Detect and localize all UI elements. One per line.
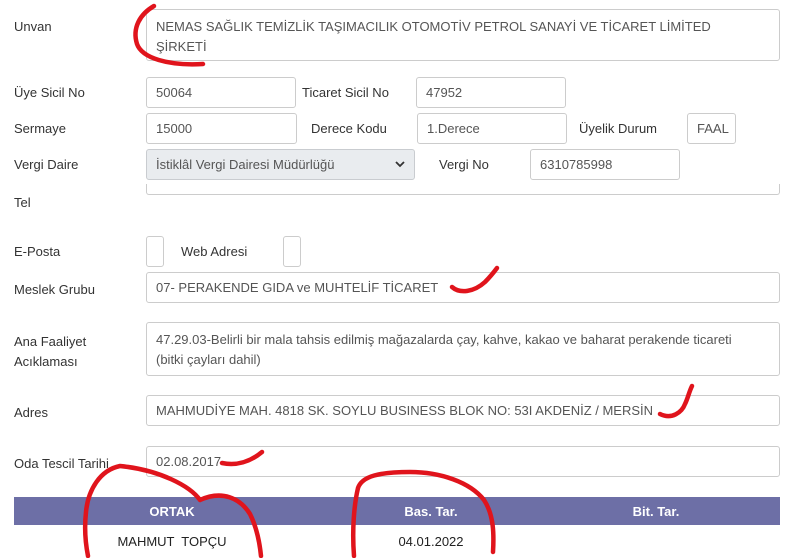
derece-kodu-value: 1.Derece bbox=[427, 121, 480, 136]
ticaret-sicil-no-field[interactable]: 47952 bbox=[416, 77, 566, 108]
table-row: MAHMUT TOPÇU 04.01.2022 bbox=[14, 525, 780, 558]
vergi-daire-select[interactable]: İstiklâl Vergi Dairesi Müdürlüğü bbox=[146, 149, 415, 180]
meslek-grubu-field[interactable]: 07- PERAKENDE GIDA ve MUHTELİF TİCARET bbox=[146, 272, 780, 303]
tel-field[interactable] bbox=[146, 184, 780, 195]
column-header-ortak: ORTAK bbox=[14, 497, 330, 525]
partners-table: ORTAK Bas. Tar. Bit. Tar. MAHMUT TOPÇU 0… bbox=[14, 497, 780, 558]
unvan-value-line1: NEMAS SAĞLIK TEMİZLİK TAŞIMACILIK OTOMOT… bbox=[156, 19, 711, 34]
unvan-value-line2: ŞİRKETİ bbox=[156, 39, 207, 54]
adres-value: MAHMUDİYE MAH. 4818 SK. SOYLU BUSINESS B… bbox=[156, 403, 654, 418]
vergi-no-field[interactable]: 6310785998 bbox=[530, 149, 680, 180]
vergi-no-label: Vergi No bbox=[439, 157, 489, 172]
ana-faaliyet-field[interactable]: 47.29.03-Belirli bir mala tahsis edilmiş… bbox=[146, 322, 780, 376]
uyelik-durum-value: FAAL bbox=[697, 121, 729, 136]
partner-end-date-cell bbox=[532, 525, 780, 558]
web-adresi-label: Web Adresi bbox=[181, 244, 248, 259]
partner-start-date-cell: 04.01.2022 bbox=[330, 525, 532, 558]
e-posta-field[interactable] bbox=[146, 236, 164, 267]
meslek-grubu-value: 07- PERAKENDE GIDA ve MUHTELİF TİCARET bbox=[156, 280, 439, 295]
uye-sicil-no-value: 50064 bbox=[156, 85, 193, 100]
vergi-no-value: 6310785998 bbox=[540, 157, 613, 172]
unvan-label: Unvan bbox=[14, 19, 52, 34]
ana-faaliyet-value-line2: (bitki çayları dahil) bbox=[156, 352, 261, 367]
uyelik-durum-label: Üyelik Durum bbox=[579, 121, 658, 136]
chevron-down-icon bbox=[395, 160, 405, 170]
partners-table-header-row: ORTAK Bas. Tar. Bit. Tar. bbox=[14, 497, 780, 525]
sermaye-field[interactable]: 15000 bbox=[146, 113, 297, 144]
oda-tescil-tarihi-value: 02.08.2017 bbox=[156, 454, 222, 469]
uye-sicil-no-field[interactable]: 50064 bbox=[146, 77, 296, 108]
column-header-bas-tar: Bas. Tar. bbox=[330, 497, 532, 525]
sermaye-label: Sermaye bbox=[14, 121, 67, 136]
vergi-daire-label: Vergi Daire bbox=[14, 157, 79, 172]
uyelik-durum-field[interactable]: FAAL bbox=[687, 113, 736, 144]
ticaret-sicil-no-value: 47952 bbox=[426, 85, 463, 100]
sermaye-value: 15000 bbox=[156, 121, 193, 136]
unvan-field[interactable]: NEMAS SAĞLIK TEMİZLİK TAŞIMACILIK OTOMOT… bbox=[146, 9, 780, 61]
meslek-grubu-label: Meslek Grubu bbox=[14, 282, 95, 297]
derece-kodu-field[interactable]: 1.Derece bbox=[417, 113, 567, 144]
ana-faaliyet-label-line1: Ana Faaliyet bbox=[14, 334, 87, 349]
oda-tescil-tarihi-label: Oda Tescil Tarihi bbox=[14, 456, 109, 471]
partner-name-cell: MAHMUT TOPÇU bbox=[14, 525, 330, 558]
web-adresi-field[interactable] bbox=[283, 236, 301, 267]
e-posta-label: E-Posta bbox=[14, 244, 61, 259]
tel-label: Tel bbox=[14, 195, 31, 210]
ticaret-sicil-no-label: Ticaret Sicil No bbox=[302, 85, 389, 100]
oda-tescil-tarihi-field[interactable]: 02.08.2017 bbox=[146, 446, 780, 477]
adres-label: Adres bbox=[14, 405, 48, 420]
ana-faaliyet-value-line1: 47.29.03-Belirli bir mala tahsis edilmiş… bbox=[156, 332, 732, 347]
ana-faaliyet-label: Ana Faaliyet Acıklaması bbox=[14, 332, 86, 372]
derece-kodu-label: Derece Kodu bbox=[311, 121, 387, 136]
vergi-daire-value: İstiklâl Vergi Dairesi Müdürlüğü bbox=[156, 157, 335, 172]
column-header-bit-tar: Bit. Tar. bbox=[532, 497, 780, 525]
uye-sicil-no-label: Üye Sicil No bbox=[14, 85, 85, 100]
adres-field[interactable]: MAHMUDİYE MAH. 4818 SK. SOYLU BUSINESS B… bbox=[146, 395, 780, 426]
ana-faaliyet-label-line2: Acıklaması bbox=[14, 354, 78, 369]
